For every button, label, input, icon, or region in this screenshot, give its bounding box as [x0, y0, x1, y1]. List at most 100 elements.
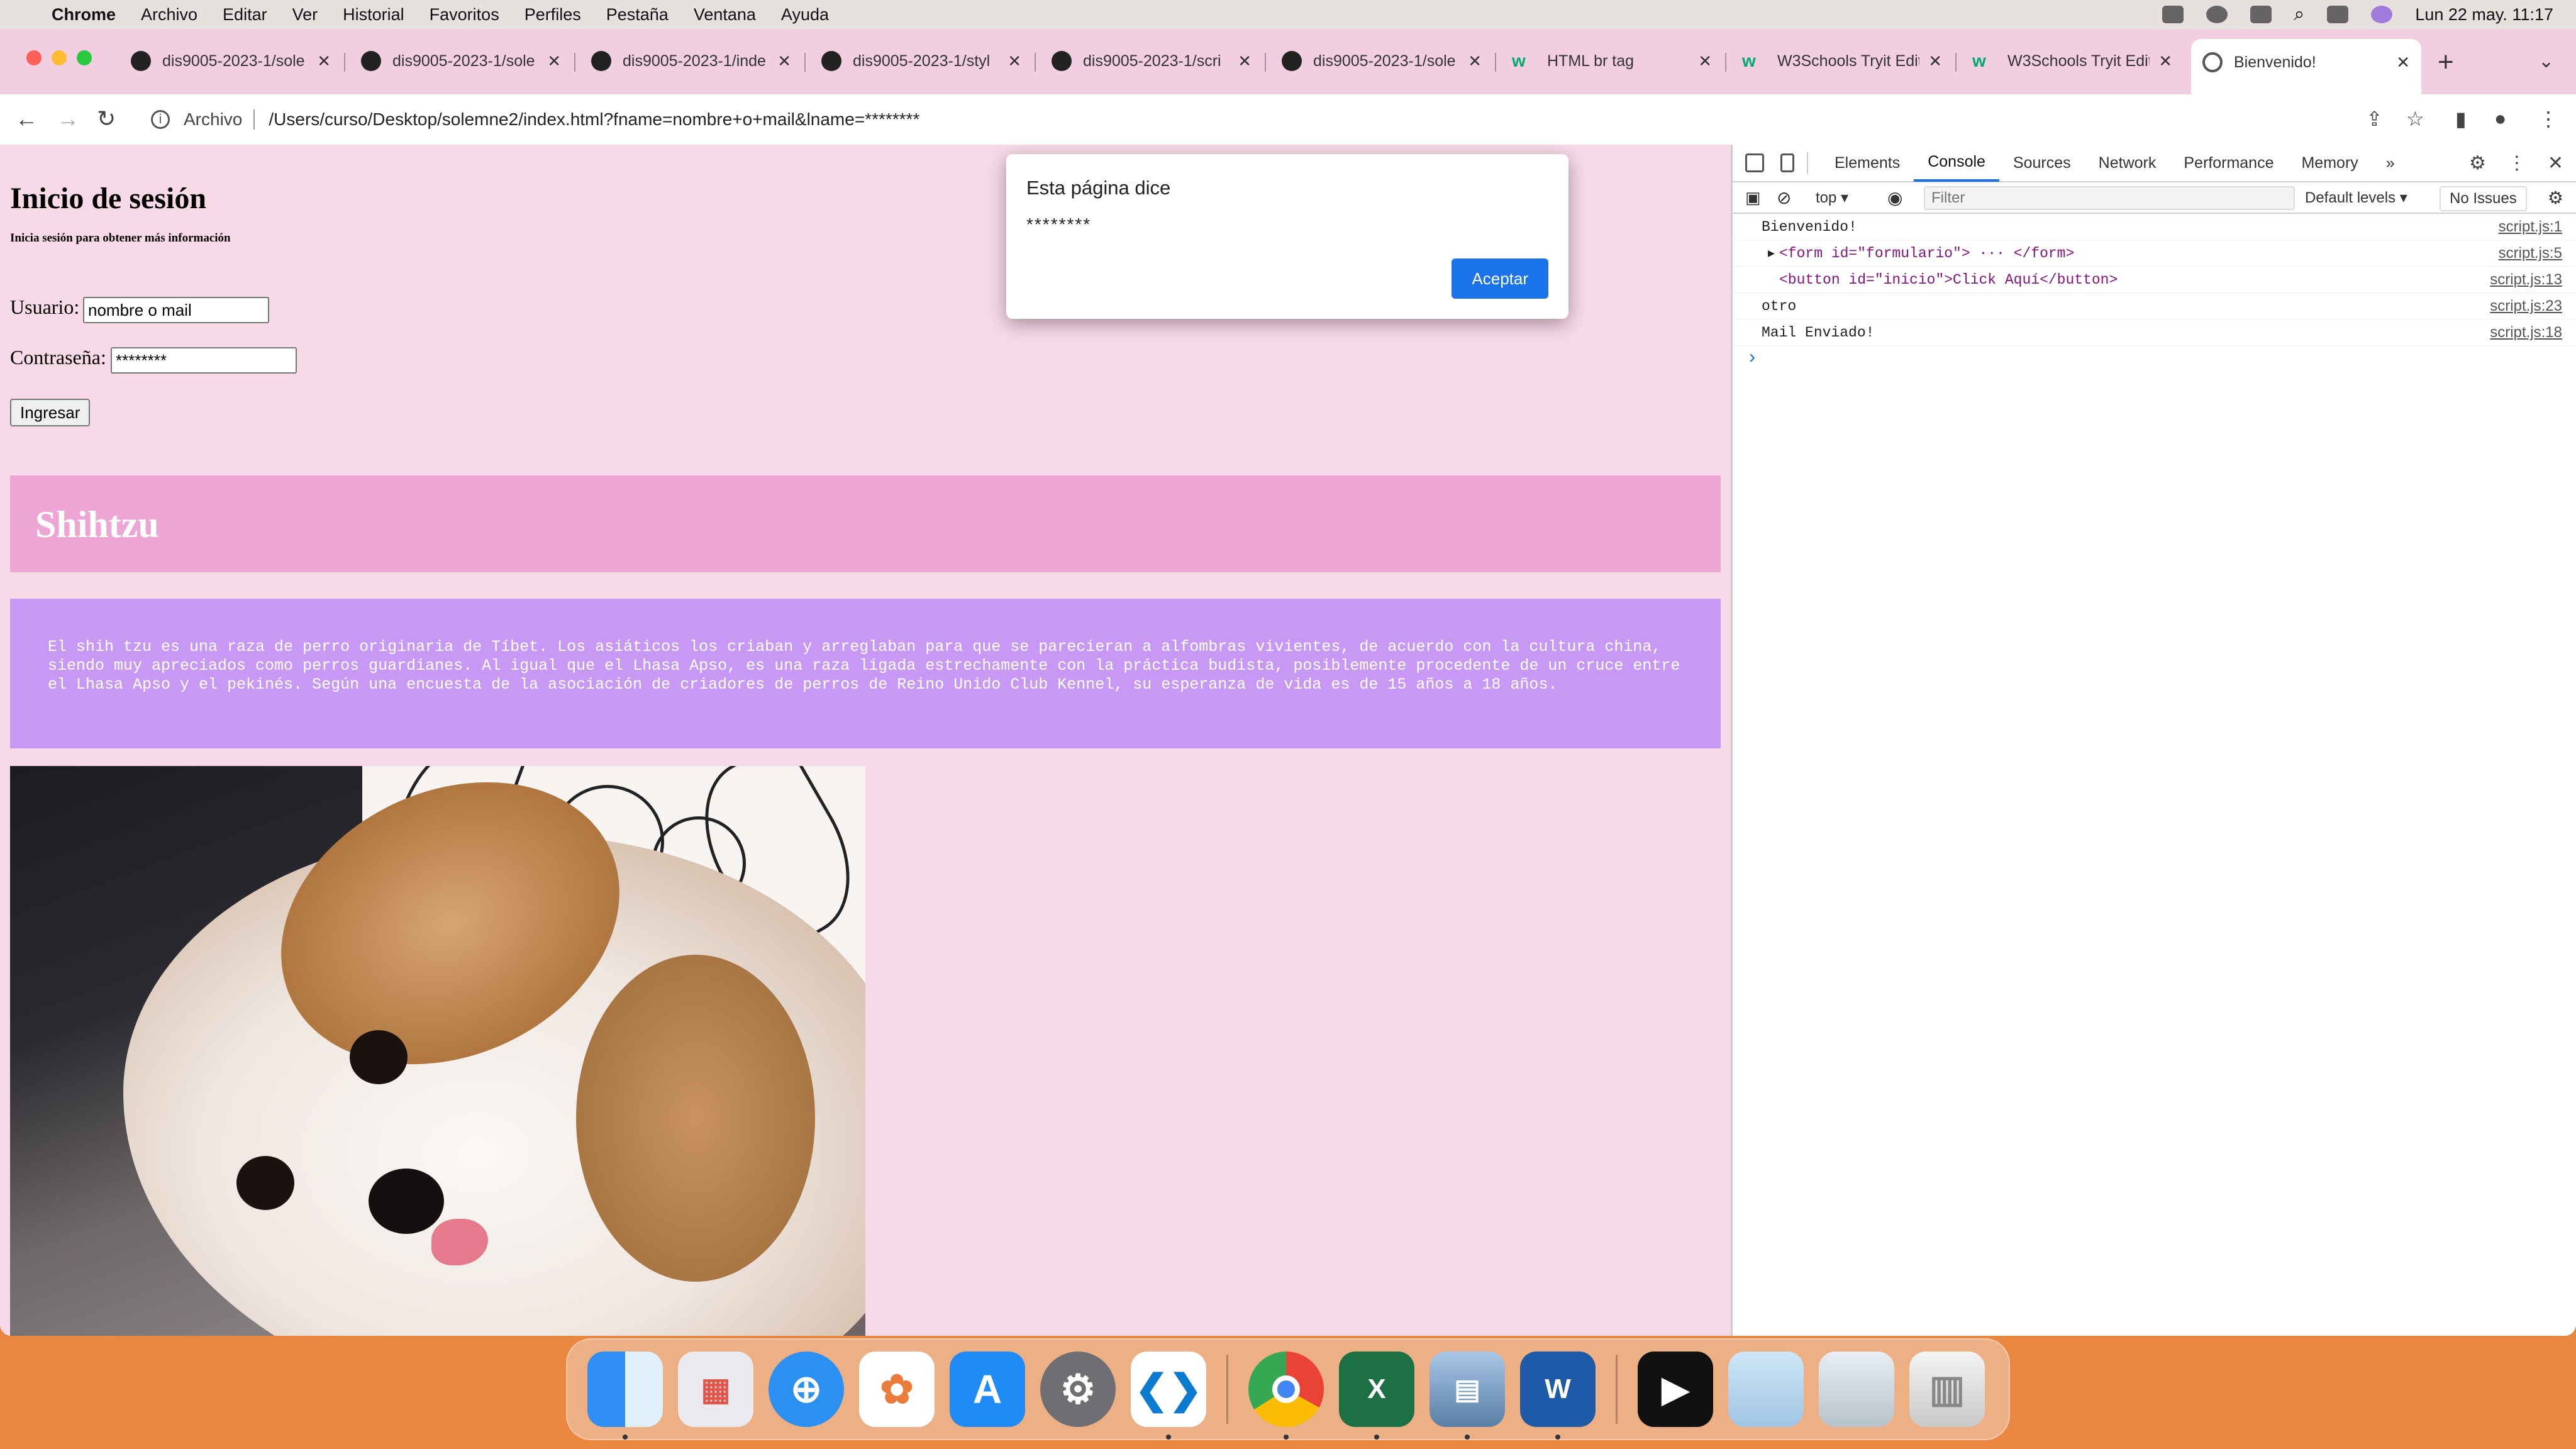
more-menu-icon[interactable]: ⋮	[2538, 107, 2558, 131]
dock-excel[interactable]: X	[1339, 1352, 1414, 1440]
devtools-tab-performance[interactable]: Performance	[2170, 144, 2287, 182]
console-prompt[interactable]: ›	[1733, 346, 2576, 371]
dock-app-store[interactable]: A	[950, 1352, 1025, 1427]
tab-github-6[interactable]: dis9005-2023-1/sole ✕	[1270, 43, 1493, 79]
creative-cloud-icon[interactable]	[2206, 6, 2228, 23]
dock-photos[interactable]: ✿	[859, 1352, 935, 1427]
more-tabs-icon[interactable]: »	[2372, 144, 2409, 182]
new-tab-icon[interactable]: +	[2438, 47, 2454, 78]
log-levels-dropdown[interactable]: Default levels ▾	[2305, 189, 2407, 207]
menu-app-name[interactable]: Chrome	[52, 5, 116, 25]
close-tab-icon[interactable]: ✕	[1468, 52, 1482, 71]
tab-w3-tryit-2[interactable]: w W3Schools Tryit Edit ✕	[1961, 43, 2184, 79]
tab-w3-tryit-1[interactable]: w W3Schools Tryit Edit ✕	[1731, 43, 1953, 79]
close-devtools-icon[interactable]: ✕	[2548, 152, 2563, 174]
minimize-window-button[interactable]	[52, 50, 67, 65]
alert-ok-button[interactable]: Aceptar	[1452, 258, 1548, 299]
login-button[interactable]: Ingresar	[10, 399, 91, 426]
devtools-tab-sources[interactable]: Sources	[1999, 144, 2085, 182]
tab-github-5[interactable]: dis9005-2023-1/scri ✕	[1040, 43, 1263, 79]
clock[interactable]: Lun 22 may. 11:17	[2415, 5, 2553, 25]
dock-screen-recording[interactable]: ▶	[1638, 1352, 1713, 1427]
search-icon[interactable]: ⌕	[2294, 4, 2305, 25]
dock-chrome[interactable]	[1248, 1352, 1324, 1440]
close-window-button[interactable]	[26, 50, 42, 65]
console-source-link[interactable]: script.js:5	[2499, 245, 2562, 262]
devtools-tab-elements[interactable]: Elements	[1821, 144, 1914, 182]
close-tab-icon[interactable]: ✕	[2396, 53, 2410, 72]
tab-github-2[interactable]: dis9005-2023-1/sole ✕	[350, 43, 572, 79]
dock-safari[interactable]: ⊕	[769, 1352, 844, 1427]
live-expression-eye-icon[interactable]: ◉	[1887, 187, 1902, 208]
context-selector[interactable]: top ▾	[1816, 189, 1848, 207]
info-icon[interactable]: i	[151, 110, 170, 129]
menu-perfiles[interactable]: Perfiles	[525, 5, 581, 25]
profile-icon[interactable]: ●	[2494, 107, 2506, 130]
close-tab-icon[interactable]: ✕	[1238, 52, 1252, 71]
console-source-link[interactable]: script.js:1	[2499, 218, 2562, 236]
tab-github-3[interactable]: dis9005-2023-1/inde ✕	[580, 43, 802, 79]
menu-ver[interactable]: Ver	[292, 5, 318, 25]
console-text[interactable]: <form id="formulario"> ··· </form>	[1779, 245, 2074, 262]
console-filter-input[interactable]	[1924, 186, 2295, 210]
control-center-icon[interactable]	[2327, 6, 2349, 23]
close-tab-icon[interactable]: ✕	[1008, 52, 1021, 71]
devtools-tab-network[interactable]: Network	[2085, 144, 2170, 182]
side-panel-icon[interactable]: ▮	[2455, 107, 2467, 131]
forward-icon[interactable]: →	[57, 106, 79, 132]
console-text[interactable]: <button id="inicio">Click Aquí</button>	[1779, 272, 2118, 288]
menu-archivo[interactable]: Archivo	[141, 5, 197, 25]
teamviewer-icon[interactable]	[2162, 6, 2184, 23]
zoom-window-button[interactable]	[77, 50, 92, 65]
menu-historial[interactable]: Historial	[343, 5, 404, 25]
devtools-menu-icon[interactable]: ⋮	[2507, 152, 2526, 174]
expand-triangle-icon[interactable]: ▶	[1768, 247, 1775, 260]
console-settings-gear-icon[interactable]: ⚙	[2548, 187, 2563, 208]
clear-console-icon[interactable]: ⊘	[1777, 187, 1791, 208]
dock-vscode[interactable]: ❮❯	[1131, 1352, 1206, 1440]
dock-launchpad[interactable]: ▦	[678, 1352, 753, 1427]
tab-github-4[interactable]: dis9005-2023-1/styl ✕	[810, 43, 1033, 79]
address-url[interactable]: /Users/curso/Desktop/solemne2/index.html…	[269, 109, 919, 130]
devtools-tab-memory[interactable]: Memory	[2287, 144, 2372, 182]
user-input[interactable]	[83, 297, 269, 323]
dock-system-settings[interactable]: ⚙	[1040, 1352, 1116, 1427]
wifi-icon[interactable]	[2250, 6, 2272, 23]
console-source-link[interactable]: script.js:13	[2490, 271, 2562, 289]
tab-search-icon[interactable]: ⌄	[2538, 50, 2554, 72]
dock-preview[interactable]: ▤	[1430, 1352, 1505, 1440]
issues-button[interactable]: No Issues	[2440, 186, 2527, 211]
siri-icon[interactable]	[2371, 6, 2393, 23]
dock-trash[interactable]: ▥	[1909, 1352, 1985, 1427]
menu-favoritos[interactable]: Favoritos	[430, 5, 499, 25]
close-tab-icon[interactable]: ✕	[1698, 52, 1712, 71]
console-source-link[interactable]: script.js:18	[2490, 324, 2562, 341]
dock-finder[interactable]	[587, 1352, 663, 1440]
tab-bienvenido[interactable]: Bienvenido! ✕	[2191, 39, 2421, 94]
tab-html-br[interactable]: w HTML br tag ✕	[1501, 43, 1723, 79]
close-tab-icon[interactable]: ✕	[547, 52, 561, 71]
tab-github-1[interactable]: dis9005-2023-1/sole ✕	[119, 43, 342, 79]
password-input[interactable]	[111, 347, 297, 374]
dock-image-file-2[interactable]	[1819, 1352, 1894, 1427]
dock-image-file-1[interactable]	[1728, 1352, 1804, 1427]
menu-editar[interactable]: Editar	[223, 5, 267, 25]
back-icon[interactable]: ←	[15, 106, 38, 132]
bookmark-star-icon[interactable]: ☆	[2406, 107, 2424, 131]
share-icon[interactable]: ⇪	[2366, 107, 2383, 131]
settings-gear-icon[interactable]: ⚙	[2469, 152, 2486, 174]
address-bar[interactable]: i Archivo /Users/curso/Desktop/solemne2/…	[140, 101, 2391, 138]
reload-icon[interactable]: ↻	[97, 106, 116, 132]
menu-ventana[interactable]: Ventana	[694, 5, 756, 25]
close-tab-icon[interactable]: ✕	[1928, 52, 1942, 71]
menu-ayuda[interactable]: Ayuda	[781, 5, 829, 25]
dock-word[interactable]: W	[1520, 1352, 1596, 1440]
sidebar-toggle-icon[interactable]: ▣	[1745, 188, 1761, 208]
close-tab-icon[interactable]: ✕	[2158, 52, 2172, 71]
close-tab-icon[interactable]: ✕	[777, 52, 791, 71]
devtools-tab-console[interactable]: Console	[1914, 144, 1999, 182]
menu-pestana[interactable]: Pestaña	[606, 5, 669, 25]
device-toolbar-icon[interactable]	[1780, 153, 1794, 172]
console-source-link[interactable]: script.js:23	[2490, 297, 2562, 315]
inspect-element-icon[interactable]	[1745, 153, 1764, 172]
